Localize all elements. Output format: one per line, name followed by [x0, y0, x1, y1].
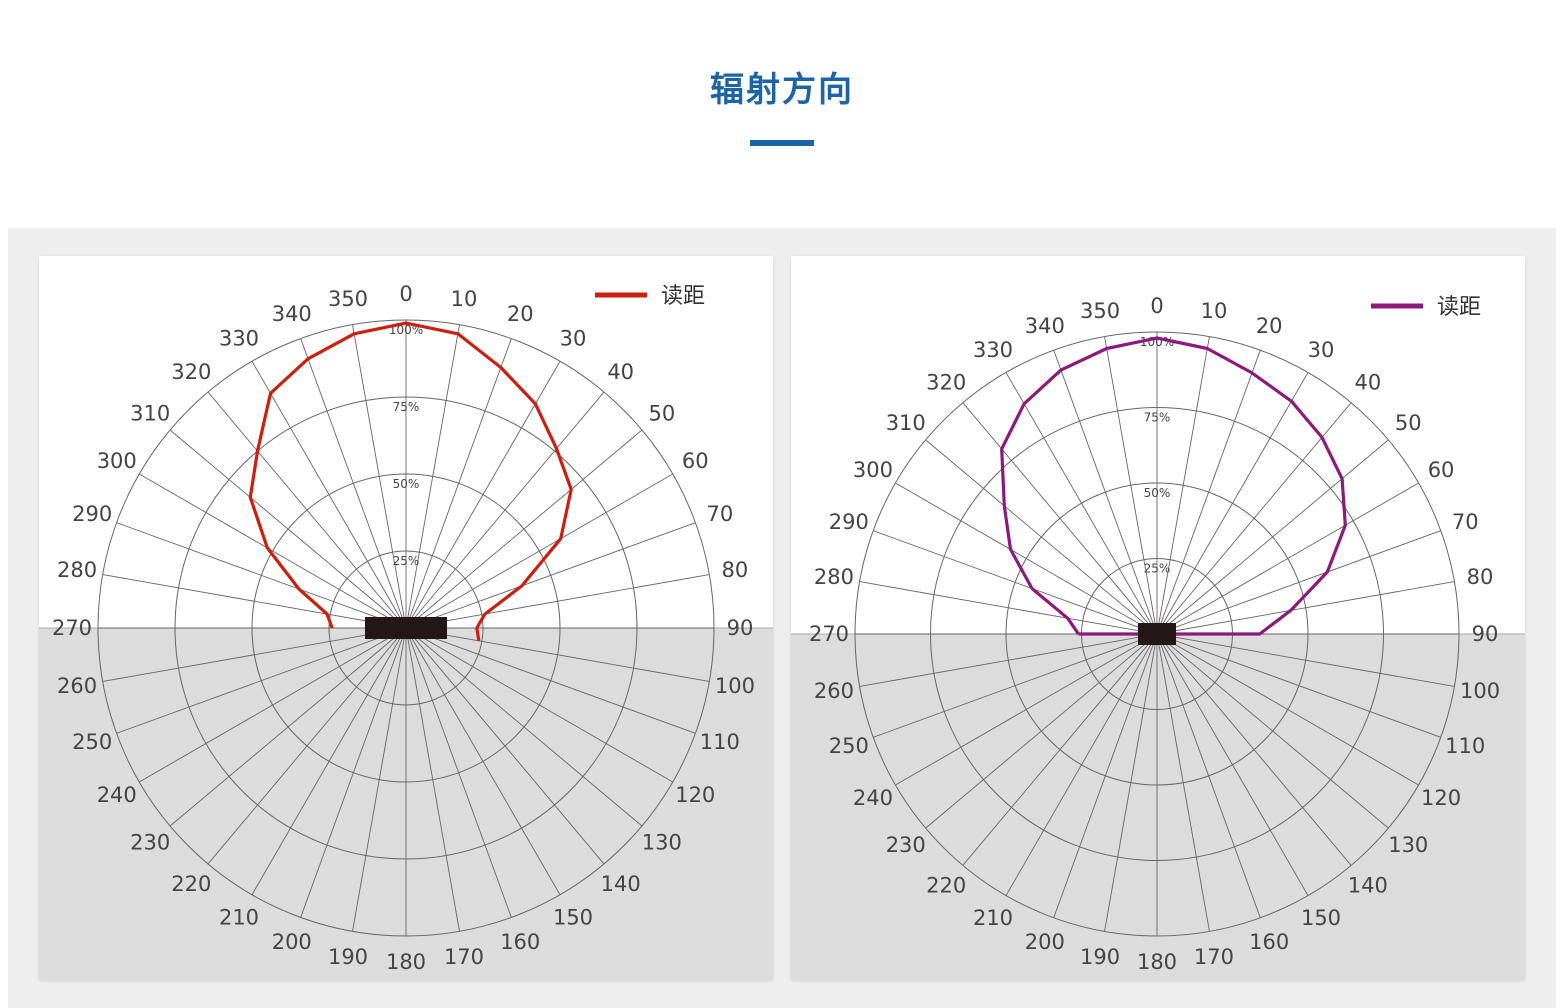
- angle-tick-label-60: 60: [1428, 458, 1455, 482]
- angle-tick-label-280: 280: [814, 565, 854, 589]
- angle-tick-label-250: 250: [72, 730, 112, 754]
- angle-tick-label-40: 40: [607, 360, 634, 384]
- angle-tick-label-180: 180: [386, 950, 426, 974]
- title-underline: [750, 140, 814, 146]
- angle-tick-label-30: 30: [560, 327, 587, 351]
- angle-tick-label-280: 280: [57, 558, 97, 582]
- radial-tick-label-1: 25%: [393, 554, 420, 568]
- angle-tick-label-10: 10: [451, 287, 478, 311]
- angle-tick-label-0: 0: [399, 282, 412, 306]
- polar-chart-left: 0 10 20 30 40 50 60 70 80 90 100 110 120 130140 150 160…: [39, 282, 773, 980]
- legend-label-0: 读距: [1437, 295, 1481, 320]
- angle-tick-label-260: 260: [57, 674, 97, 698]
- polar-chart-card-left: 0 10 20 30 40 50 60 70 80 90 100 110 120 130 140 150 160…: [39, 256, 773, 980]
- angle-tick-label-120: 120: [1421, 786, 1461, 810]
- angle-tick-label-50: 50: [1395, 411, 1422, 435]
- angle-tick-label-170: 170: [1194, 945, 1234, 969]
- angle-tick-label-130: 130: [642, 831, 682, 855]
- angle-tick-label-150: 150: [553, 905, 593, 929]
- angle-tick-label-80: 80: [722, 558, 749, 582]
- radial-tick-label-2: 50%: [1144, 486, 1171, 500]
- polar-chart-card-right: 0 10 20 30 40 50 60 70 80 90 100 110 120 130 140 150 160…: [791, 256, 1525, 980]
- angle-tick-label-90: 90: [727, 616, 754, 640]
- legend-label-0: 读距: [661, 284, 705, 309]
- angle-tick-label-90: 90: [1472, 622, 1499, 646]
- angle-tick-label-110: 110: [700, 730, 740, 754]
- angle-tick-label-150: 150: [1301, 906, 1341, 930]
- angle-tick-label-230: 230: [886, 833, 926, 857]
- angle-tick-label-140: 140: [1348, 873, 1388, 897]
- angle-tick-label-210: 210: [973, 906, 1013, 930]
- angle-tick-label-80: 80: [1467, 565, 1494, 589]
- angle-tick-label-260: 260: [814, 679, 854, 703]
- angle-tick-label-320: 320: [926, 371, 966, 395]
- radial-tick-label-3: 75%: [1144, 411, 1171, 425]
- angle-tick-label-200: 200: [1025, 930, 1065, 954]
- angle-tick-label-270: 270: [52, 616, 92, 640]
- angle-tick-label-300: 300: [853, 458, 893, 482]
- angle-tick-label-220: 220: [926, 873, 966, 897]
- angle-tick-label-340: 340: [1025, 314, 1065, 338]
- angle-tick-label-350: 350: [1080, 299, 1120, 323]
- angle-tick-label-130: 130: [1388, 833, 1428, 857]
- angle-tick-label-190: 190: [328, 945, 368, 969]
- radial-tick-label-2: 50%: [393, 477, 420, 491]
- angle-tick-label-50: 50: [648, 401, 675, 425]
- radial-tick-label-3: 75%: [393, 400, 420, 414]
- angle-tick-label-40: 40: [1354, 371, 1381, 395]
- angle-tick-label-330: 330: [219, 327, 259, 351]
- angle-tick-label-340: 340: [272, 302, 312, 326]
- angle-tick-label-190: 190: [1080, 945, 1120, 969]
- angle-tick-label-70: 70: [706, 502, 733, 526]
- angle-tick-label-30: 30: [1308, 338, 1335, 362]
- angle-tick-label-160: 160: [1249, 930, 1289, 954]
- angle-tick-label-270: 270: [809, 622, 849, 646]
- antenna-block: [365, 617, 447, 639]
- angle-tick-label-220: 220: [171, 872, 211, 896]
- radial-tick-label-1: 25%: [1144, 562, 1171, 576]
- angle-tick-label-200: 200: [272, 930, 312, 954]
- angle-tick-label-10: 10: [1201, 299, 1228, 323]
- angle-tick-label-240: 240: [97, 783, 137, 807]
- angle-tick-label-310: 310: [130, 401, 170, 425]
- angle-tick-label-20: 20: [507, 302, 534, 326]
- angle-tick-label-250: 250: [829, 734, 869, 758]
- angle-tick-label-300: 300: [97, 449, 137, 473]
- angle-tick-label-330: 330: [973, 338, 1013, 362]
- polar-chart-right: 0 10 20 30 40 5060 70 80 90 100 110 120 130140 150 160…: [791, 294, 1525, 980]
- angle-tick-label-240: 240: [853, 786, 893, 810]
- antenna-block: [1138, 623, 1176, 645]
- angle-tick-label-170: 170: [444, 945, 484, 969]
- angle-tick-label-0: 0: [1150, 294, 1163, 318]
- angle-tick-label-60: 60: [682, 449, 709, 473]
- angle-tick-label-140: 140: [601, 872, 641, 896]
- angle-tick-label-160: 160: [500, 930, 540, 954]
- page-title: 辐射方向: [710, 70, 854, 110]
- angle-tick-label-210: 210: [219, 905, 259, 929]
- angle-tick-label-110: 110: [1445, 734, 1485, 758]
- angle-tick-label-20: 20: [1256, 314, 1283, 338]
- lower-hemisphere-background: [791, 634, 1525, 980]
- angle-tick-label-70: 70: [1452, 510, 1479, 534]
- angle-tick-label-180: 180: [1137, 950, 1177, 974]
- angle-tick-label-230: 230: [130, 831, 170, 855]
- angle-tick-label-120: 120: [675, 783, 715, 807]
- angle-tick-label-290: 290: [829, 510, 869, 534]
- angle-tick-label-350: 350: [328, 287, 368, 311]
- angle-tick-label-310: 310: [886, 411, 926, 435]
- angle-tick-label-100: 100: [1460, 679, 1500, 703]
- angle-tick-label-290: 290: [72, 502, 112, 526]
- angle-tick-label-100: 100: [715, 674, 755, 698]
- angle-tick-label-320: 320: [171, 360, 211, 384]
